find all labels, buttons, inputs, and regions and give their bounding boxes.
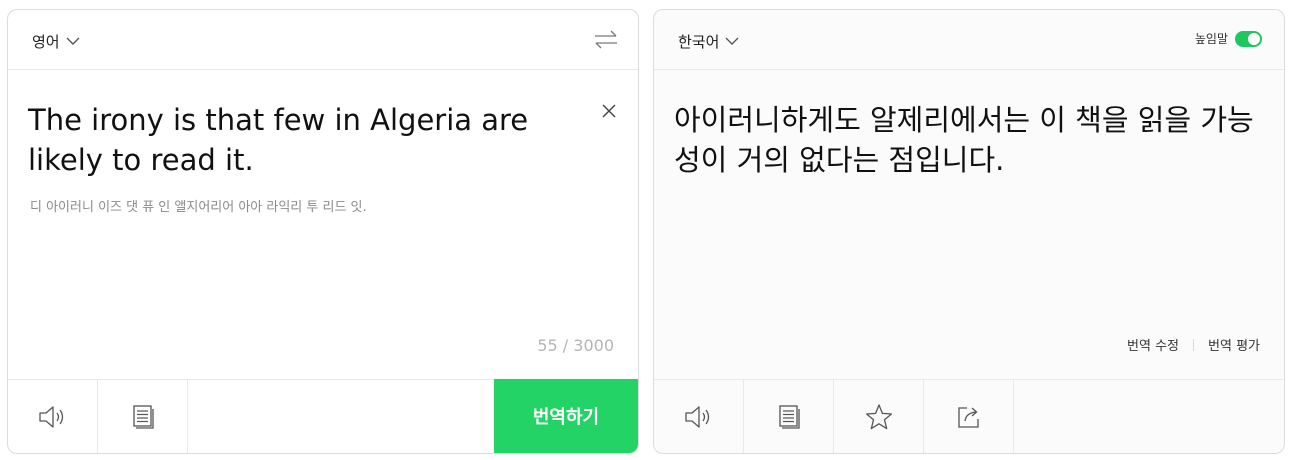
swap-icon: [595, 30, 617, 49]
honorific-toggle[interactable]: [1235, 30, 1262, 47]
target-header: 한국어 높임말: [654, 10, 1284, 70]
share-icon: [957, 406, 979, 428]
share-button[interactable]: [924, 380, 1014, 453]
divider: [1193, 338, 1195, 351]
chevron-down-icon: [66, 37, 80, 45]
target-language-select[interactable]: 한국어: [678, 30, 739, 52]
favorite-button[interactable]: [834, 380, 924, 453]
character-count: 55 / 3000: [537, 336, 614, 355]
document-icon: [132, 404, 154, 429]
target-dictionary-button[interactable]: [744, 380, 834, 453]
speaker-icon: [684, 405, 709, 428]
feedback-links: 번역 수정 번역 평가: [1127, 335, 1260, 354]
clear-text-button[interactable]: [600, 102, 618, 120]
close-icon: [602, 104, 616, 118]
swap-languages-button[interactable]: [594, 28, 618, 52]
source-text-input[interactable]: The irony is that few in Algeria are lik…: [28, 100, 568, 180]
target-panel: 한국어 높임말 아이러니하게도 알제리에서는 이 책을 읽을 가능성이 거의 없…: [653, 9, 1285, 454]
document-icon: [778, 404, 800, 429]
target-listen-button[interactable]: [654, 380, 744, 453]
source-panel: 영어 The irony is that few in Algeria are …: [7, 9, 639, 454]
translation-output: 아이러니하게도 알제리에서는 이 책을 읽을 가능성이 거의 없다는 점입니다.: [674, 103, 1254, 177]
source-language-label: 영어: [32, 32, 60, 51]
target-language-label: 한국어: [678, 32, 720, 51]
edit-translation-link[interactable]: 번역 수정: [1127, 335, 1179, 354]
star-icon: [865, 403, 892, 429]
honorific-label: 높임말: [1194, 32, 1228, 46]
translate-button[interactable]: 번역하기: [494, 379, 638, 453]
target-footer: [654, 379, 1284, 453]
speaker-icon: [38, 405, 63, 428]
rate-translation-link[interactable]: 번역 평가: [1208, 335, 1260, 354]
source-pronunciation: 디 아이러니 이즈 댓 퓨 인 앨지어리어 아아 라익리 투 리드 잇.: [30, 200, 367, 215]
source-listen-button[interactable]: [8, 380, 98, 453]
source-header: 영어: [8, 10, 638, 70]
source-language-select[interactable]: 영어: [32, 30, 80, 52]
honorific-setting: 높임말: [1195, 30, 1262, 47]
toggle-knob: [1248, 32, 1260, 45]
chevron-down-icon: [725, 37, 739, 45]
source-dictionary-button[interactable]: [98, 380, 188, 453]
